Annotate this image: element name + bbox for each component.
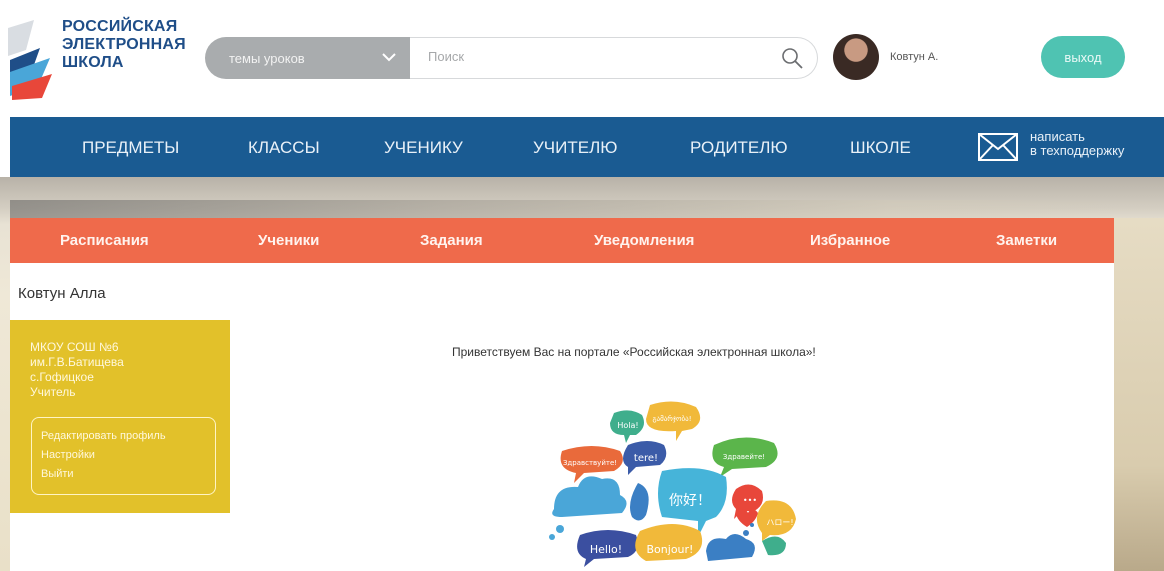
user-full-name: Ковтун Алла bbox=[18, 285, 106, 302]
search-field bbox=[410, 37, 818, 79]
exit-link[interactable]: Выйти bbox=[41, 468, 74, 480]
greetings-illustration: Hola! გამარჯობა! Здравствуйте! tere! Здр… bbox=[549, 401, 796, 567]
logo-line-3: ШКОЛА bbox=[62, 54, 124, 71]
logo-emblem-icon bbox=[8, 20, 52, 100]
mail-icon bbox=[978, 133, 1018, 161]
tab-favorites[interactable]: Избранное bbox=[810, 232, 890, 249]
profile-card: МКОУ СОШ №6 им.Г.В.Батищева с.Гофицкое У… bbox=[10, 320, 230, 513]
tab-schedules[interactable]: Расписания bbox=[60, 232, 149, 249]
profile-location: с.Гофицкое bbox=[30, 370, 94, 384]
logo-line-1: РОССИЙСКАЯ bbox=[62, 18, 178, 35]
tab-tasks[interactable]: Задания bbox=[420, 232, 483, 249]
tab-notes[interactable]: Заметки bbox=[996, 232, 1057, 249]
edit-profile-link[interactable]: Редактировать профиль bbox=[41, 430, 166, 442]
tab-students[interactable]: Ученики bbox=[258, 232, 319, 249]
chevron-down-icon bbox=[382, 53, 396, 62]
search-icon[interactable] bbox=[780, 46, 804, 70]
search-bar: темы уроков bbox=[205, 37, 818, 79]
bubble-dots: ••• bbox=[743, 496, 757, 505]
bubble-zdravstvuyte: Здравствуйте! bbox=[563, 459, 617, 467]
bubble-bonjour: Bonjour! bbox=[647, 543, 694, 556]
main-nav-item-student[interactable]: УЧЕНИКУ bbox=[384, 138, 463, 158]
topics-dropdown-label: темы уроков bbox=[229, 51, 305, 66]
support-label: написать в техподдержку bbox=[1030, 130, 1124, 158]
logout-button[interactable]: выход bbox=[1041, 36, 1125, 78]
main-nav: ПРЕДМЕТЫ КЛАССЫ УЧЕНИКУ УЧИТЕЛЮ РОДИТЕЛЮ… bbox=[10, 117, 1164, 177]
support-link[interactable]: написать в техподдержку bbox=[978, 127, 1164, 167]
bubble-haro: ハロー! bbox=[766, 518, 793, 527]
support-label-line-1: написать bbox=[1030, 129, 1085, 144]
profile-info: МКОУ СОШ №6 им.Г.В.Батищева с.Гофицкое У… bbox=[30, 340, 124, 400]
bubble-hola: Hola! bbox=[617, 421, 638, 430]
bubble-tere: tere! bbox=[634, 453, 658, 464]
tab-notifications[interactable]: Уведомления bbox=[594, 232, 694, 249]
topics-dropdown[interactable]: темы уроков bbox=[205, 37, 410, 79]
bubble-zdraveite: Здравейте! bbox=[723, 453, 765, 461]
search-input[interactable] bbox=[428, 49, 758, 64]
logo-line-2: ЭЛЕКТРОННАЯ bbox=[62, 36, 186, 53]
main-nav-item-teacher[interactable]: УЧИТЕЛЮ bbox=[533, 138, 617, 158]
profile-role: Учитель bbox=[30, 385, 76, 399]
site-logo[interactable]: РОССИЙСКАЯ ЭЛЕКТРОННАЯ ШКОЛА bbox=[6, 12, 196, 102]
cabinet-content: Ковтун Алла МКОУ СОШ №6 им.Г.В.Батищева … bbox=[10, 263, 1114, 571]
main-nav-item-school[interactable]: ШКОЛЕ bbox=[850, 138, 911, 158]
bubble-hello: Hello! bbox=[590, 543, 622, 556]
bubble-nihao: 你好！ bbox=[669, 493, 711, 509]
profile-menu: Редактировать профиль Настройки Выйти bbox=[31, 417, 216, 495]
settings-link[interactable]: Настройки bbox=[41, 449, 95, 461]
avatar[interactable] bbox=[833, 34, 879, 80]
main-nav-item-subjects[interactable]: ПРЕДМЕТЫ bbox=[82, 138, 179, 158]
header: РОССИЙСКАЯ ЭЛЕКТРОННАЯ ШКОЛА темы уроков… bbox=[0, 0, 1164, 116]
bubble-georgian: გამარჯობა! bbox=[652, 414, 691, 423]
main-nav-item-classes[interactable]: КЛАССЫ bbox=[248, 138, 320, 158]
profile-school: МКОУ СОШ №6 bbox=[30, 340, 119, 354]
profile-school-name: им.Г.В.Батищева bbox=[30, 355, 124, 369]
username-label[interactable]: Ковтун А. bbox=[890, 51, 938, 63]
main-nav-item-parent[interactable]: РОДИТЕЛЮ bbox=[690, 138, 788, 158]
support-label-line-2: в техподдержку bbox=[1030, 143, 1125, 158]
welcome-message: Приветствуем Вас на портале «Российская … bbox=[452, 345, 816, 359]
cabinet-nav: Расписания Ученики Задания Уведомления И… bbox=[10, 218, 1114, 263]
banner-shadow bbox=[10, 200, 1114, 220]
logo-wordmark: РОССИЙСКАЯ ЭЛЕКТРОННАЯ ШКОЛА bbox=[62, 18, 186, 72]
background-edge bbox=[1114, 218, 1164, 571]
